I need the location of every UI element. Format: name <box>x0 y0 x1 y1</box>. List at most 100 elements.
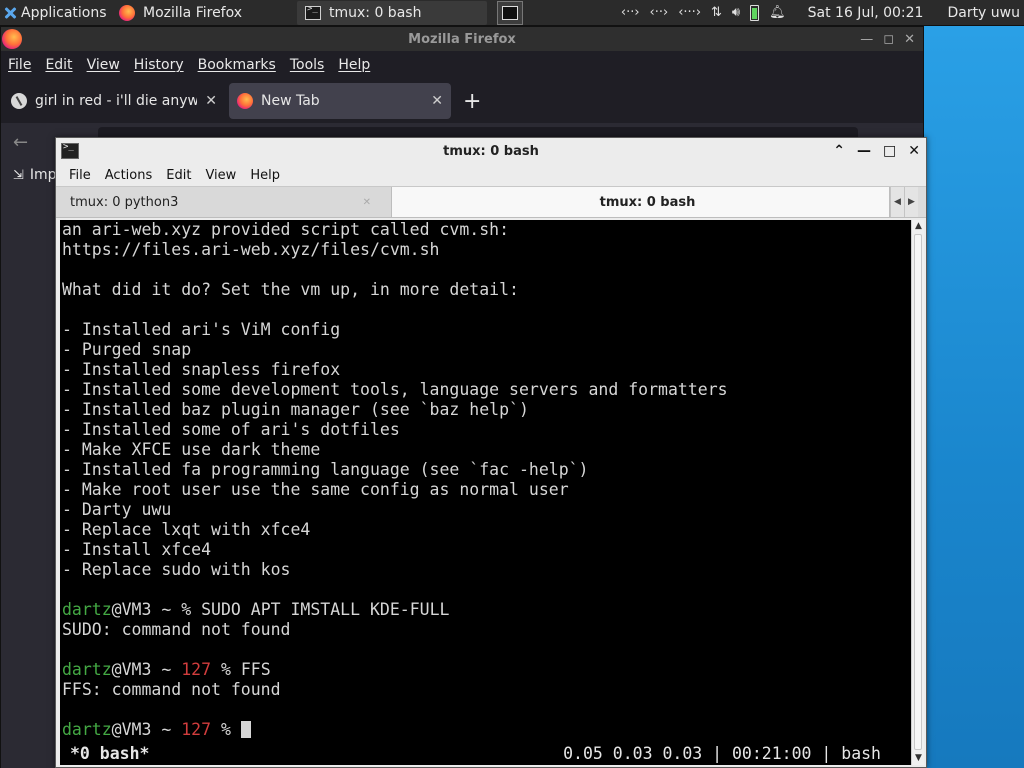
terminal-launcher-icon[interactable] <box>497 0 523 25</box>
terminal-line: - Installed baz plugin manager (see `baz… <box>62 400 529 419</box>
prompt-host: @VM3 ~ <box>111 600 182 619</box>
terminal-output[interactable]: an ari-web.xyz provided script called cv… <box>60 220 911 765</box>
taskbar-firefox[interactable]: Mozilla Firefox <box>111 1 297 25</box>
term-tab-bash[interactable]: tmux: 0 bash <box>392 187 890 217</box>
prompt-user: dartz <box>62 720 112 739</box>
terminal-scrollbar[interactable]: ▲ ▼ <box>911 220 924 765</box>
minimize-icon[interactable]: — <box>857 143 871 159</box>
user-menu[interactable]: Darty uwu <box>947 5 1020 21</box>
minimize-icon[interactable]: — <box>860 32 873 47</box>
terminal-icon <box>61 142 79 159</box>
prompt-exit-code: 127 <box>181 720 221 739</box>
terminal-line: - Replace sudo with kos <box>62 560 291 579</box>
prompt-symbol: % <box>181 600 202 619</box>
network-icon[interactable]: ‹··› <box>621 5 640 20</box>
site-favicon-icon <box>11 93 27 109</box>
new-tab-plus-icon[interactable]: + <box>455 89 489 114</box>
menu-edit[interactable]: Edit <box>38 57 79 73</box>
terminal-line: - Installed snapless firefox <box>62 360 341 379</box>
scrollbar-thumb[interactable] <box>914 234 922 750</box>
tab-scroll-right-icon[interactable]: ▶ <box>904 187 918 217</box>
prompt-line: dartz@VM3 ~ 127 % <box>62 720 911 740</box>
close-icon[interactable]: ✕ <box>908 143 920 159</box>
terminal-line: - Installed fa programming language (see… <box>62 460 589 479</box>
applications-label: Applications <box>21 4 107 21</box>
tab-label: New Tab <box>261 93 320 109</box>
close-tab-icon[interactable]: ✕ <box>431 93 443 109</box>
terminal-line: - Installed some development tools, lang… <box>62 380 728 399</box>
terminal-line: - Darty uwu <box>62 500 172 519</box>
prompt-symbol: % <box>220 720 241 739</box>
firefox-titlebar[interactable]: Mozilla Firefox — ◻ ✕ <box>1 27 923 51</box>
close-tab-icon[interactable]: ✕ <box>363 197 371 208</box>
term-menu-edit[interactable]: Edit <box>159 168 198 183</box>
prompt-line: dartz@VM3 ~ % SUDO APT IMSTALL KDE-FULL <box>62 600 911 620</box>
applications-menu[interactable]: Applications <box>0 0 111 26</box>
terminal-titlebar[interactable]: tmux: 0 bash ⌃ — □ ✕ <box>56 138 926 164</box>
battery-icon[interactable] <box>750 4 760 21</box>
tab-girl-in-red[interactable]: girl in red - i'll die anyway ✕ <box>3 83 225 119</box>
menu-file[interactable]: File <box>1 57 38 73</box>
term-menu-view[interactable]: View <box>198 168 243 183</box>
tab-label: girl in red - i'll die anyway <box>35 93 198 109</box>
terminal-line: an ari-web.xyz provided script called cv… <box>62 220 510 239</box>
import-bookmarks-link[interactable]: Imp <box>30 167 57 183</box>
prompt-user: dartz <box>62 660 112 679</box>
prompt-host: @VM3 ~ <box>111 720 182 739</box>
firefox-menubar: File Edit View History Bookmarks Tools H… <box>1 51 923 79</box>
volume-icon[interactable]: 🔊︎ <box>732 5 740 20</box>
command-output: FFS: command not found <box>62 680 281 699</box>
term-menu-help[interactable]: Help <box>243 168 287 183</box>
maximize-icon[interactable]: □ <box>883 143 896 159</box>
menu-history[interactable]: History <box>127 57 191 73</box>
tab-new-tab[interactable]: New Tab ✕ <box>229 83 451 119</box>
import-icon[interactable]: ⇲ <box>13 168 24 183</box>
prompt-line: dartz@VM3 ~ 127 % FFS <box>62 660 911 680</box>
menu-bookmarks[interactable]: Bookmarks <box>191 57 283 73</box>
tab-scroll-left-icon[interactable]: ◀ <box>890 187 904 217</box>
menu-view[interactable]: View <box>80 57 127 73</box>
prompt-host: @VM3 ~ <box>111 660 182 679</box>
scroll-up-icon[interactable]: ▲ <box>912 220 925 233</box>
menu-tools[interactable]: Tools <box>283 57 332 73</box>
terminal-line: - Installed some of ari's dotfiles <box>62 420 400 439</box>
maximize-icon[interactable]: ◻ <box>883 32 894 47</box>
tmux-window-list: *0 bash* <box>70 744 150 763</box>
command-output: SUDO: command not found <box>62 620 291 639</box>
terminal-line: - Install xfce4 <box>62 540 212 559</box>
term-menu-actions[interactable]: Actions <box>98 168 160 183</box>
terminal-window-title: tmux: 0 bash <box>443 143 539 159</box>
terminal-icon <box>305 4 321 20</box>
back-arrow-icon[interactable]: ← <box>13 132 28 153</box>
firefox-icon <box>2 29 22 49</box>
close-icon[interactable]: ✕ <box>904 32 915 47</box>
transfer-icon[interactable]: ⇅ <box>711 5 722 20</box>
system-tray: ‹··› ‹··› ‹···› ⇅ 🔊︎ 🔔︎ Sat 16 Jul, 00:2… <box>621 4 1024 21</box>
tmux-status-bar: *0 bash* 0.05 0.03 0.03 | 00:21:00 | bas… <box>60 743 911 765</box>
prompt-command: FFS <box>240 660 271 679</box>
terminal-menubar: File Actions Edit View Help <box>56 164 926 186</box>
terminal-line: - Make root user use the same config as … <box>62 480 569 499</box>
close-tab-icon[interactable]: ✕ <box>205 93 217 109</box>
shade-chevron-up-icon[interactable]: ⌃ <box>833 143 845 159</box>
clock[interactable]: Sat 16 Jul, 00:21 <box>808 5 924 21</box>
bell-icon[interactable]: 🔔︎ <box>769 5 786 20</box>
term-menu-file[interactable]: File <box>62 168 98 183</box>
menu-help[interactable]: Help <box>331 57 377 73</box>
network-icon[interactable]: ‹···› <box>678 5 701 20</box>
terminal-window: tmux: 0 bash ⌃ — □ ✕ File Actions Edit V… <box>55 137 927 768</box>
taskbar-terminal-label: tmux: 0 bash <box>329 4 422 21</box>
network-icon[interactable]: ‹··› <box>650 5 669 20</box>
taskbar-terminal[interactable]: tmux: 0 bash <box>297 0 487 25</box>
terminal-line: https://files.ari-web.xyz/files/cvm.sh <box>62 240 440 259</box>
term-tab-python3[interactable]: tmux: 0 python3 ✕ <box>56 187 392 217</box>
scroll-down-icon[interactable]: ▼ <box>912 752 925 765</box>
terminal-line: - Purged snap <box>62 340 192 359</box>
firefox-icon <box>237 93 253 109</box>
terminal-line: - Installed ari's ViM config <box>62 320 341 339</box>
